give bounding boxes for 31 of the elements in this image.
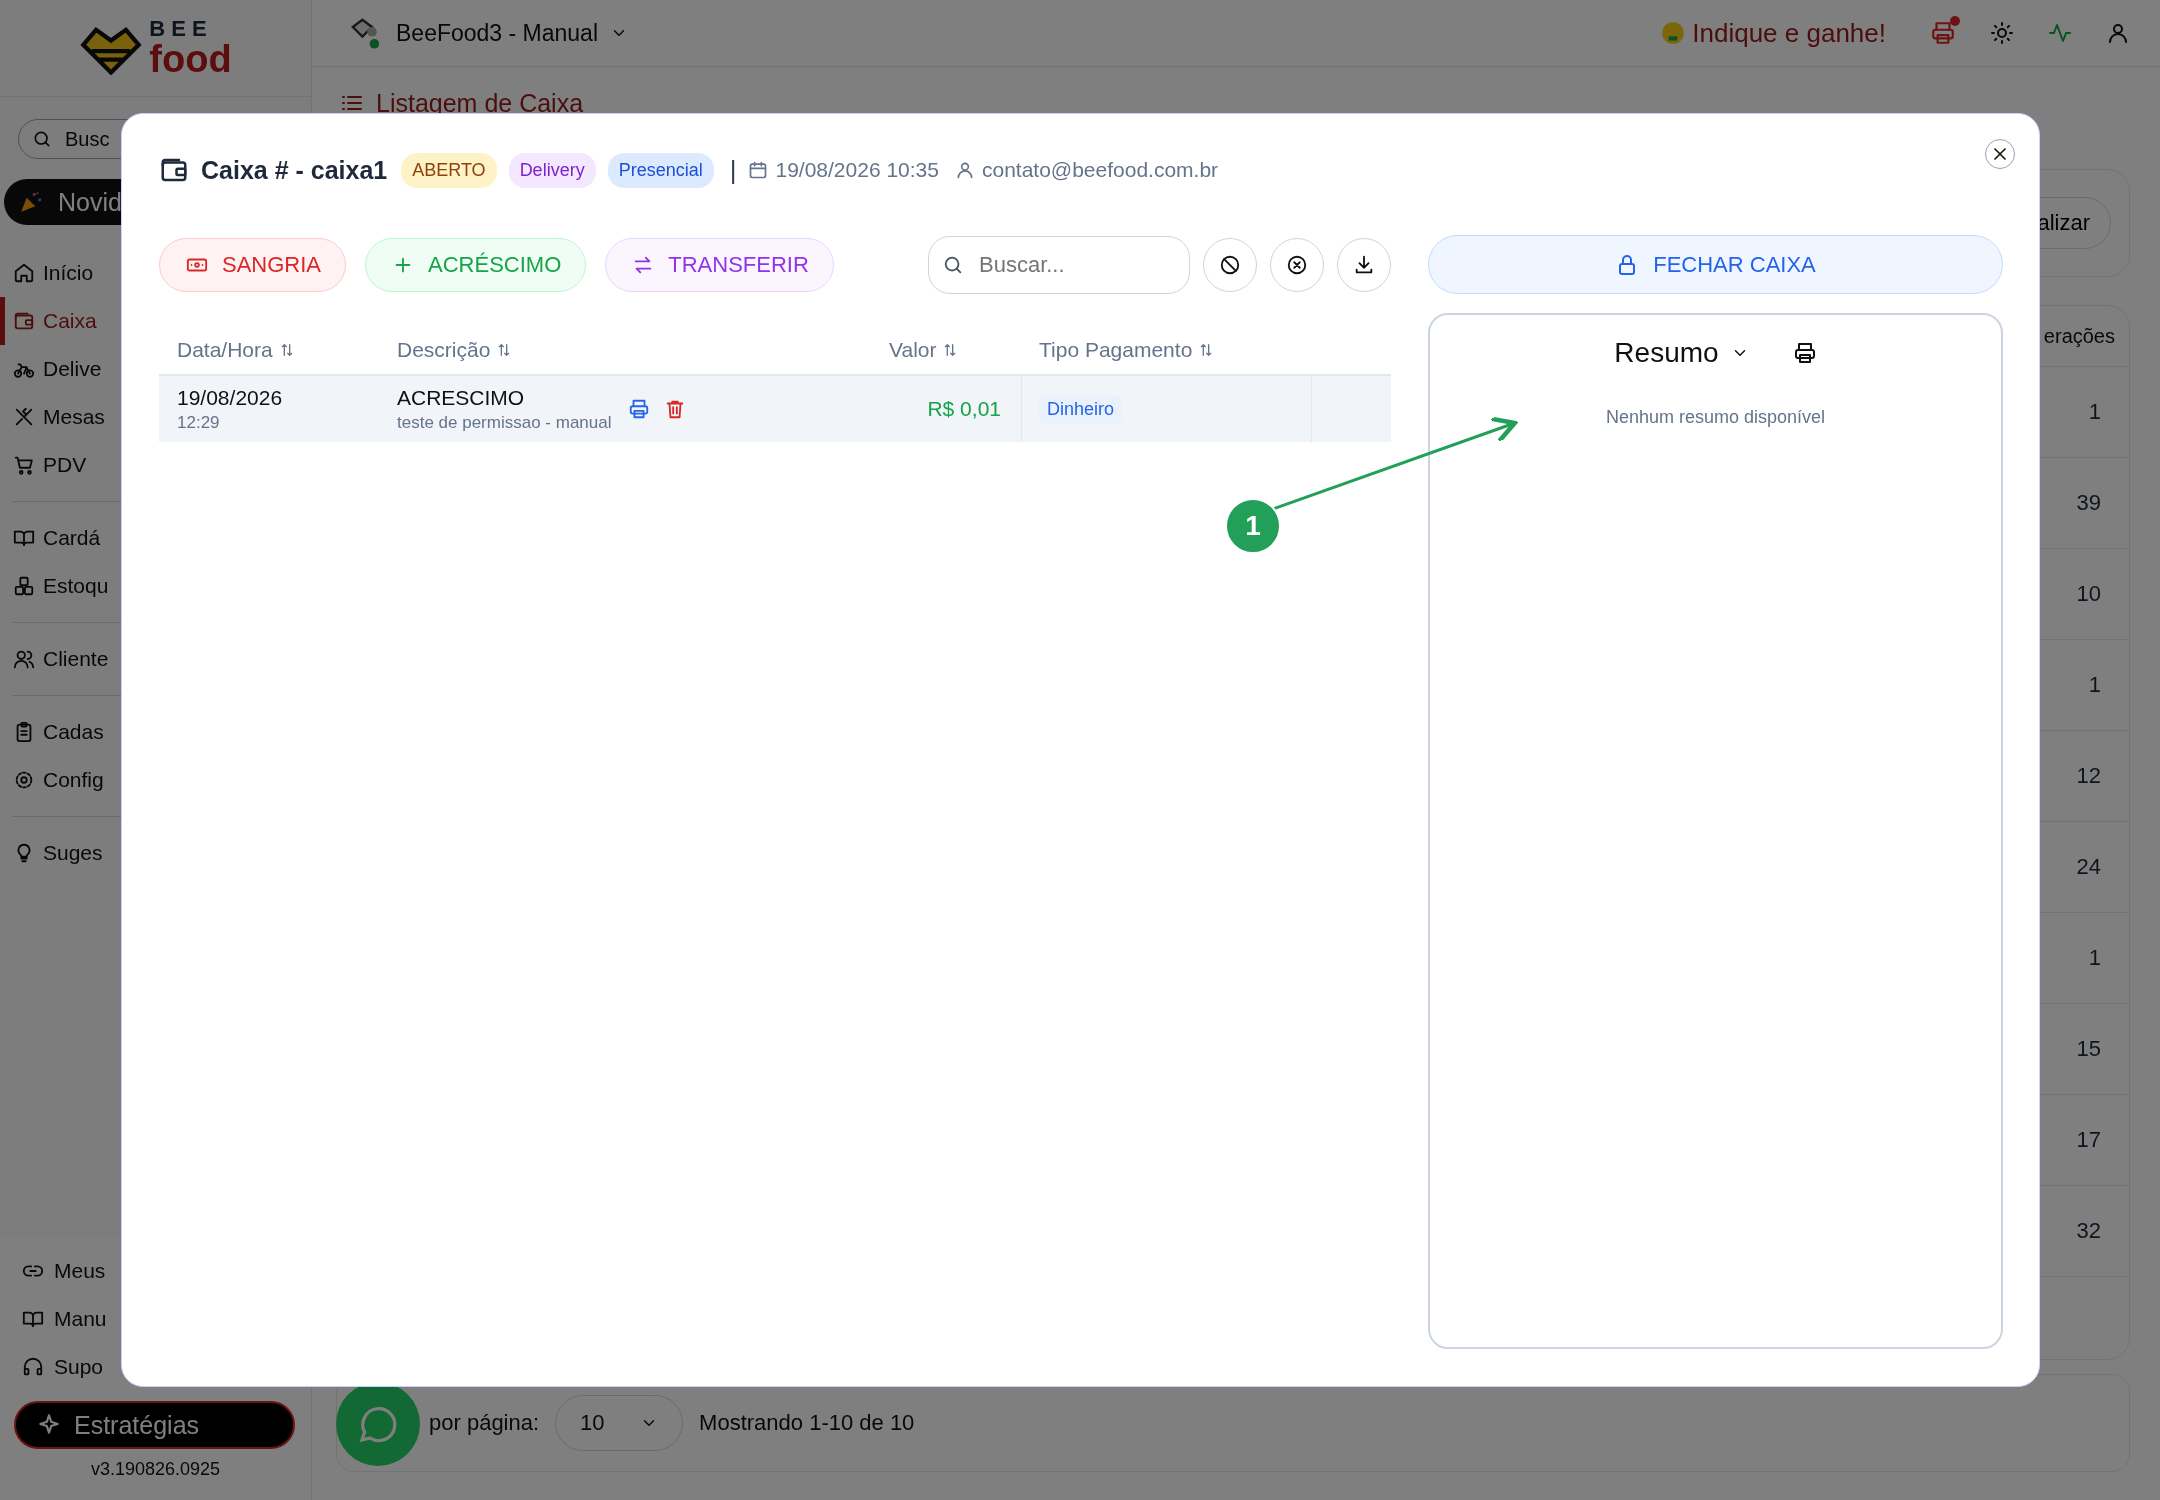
status-badge: ABERTO <box>401 152 497 188</box>
table-cell: 39 <box>2076 490 2101 516</box>
table-cell: 1 <box>2088 399 2101 425</box>
empty-message: Nenhum resumo disponível <box>1605 407 1826 428</box>
logo-text: food <box>149 40 232 78</box>
version-text: v3.190826.0925 <box>90 1459 221 1480</box>
annotation-marker: 1 <box>1225 498 1281 554</box>
entry-type: ACRESCIMO <box>397 385 526 410</box>
table-cell: 17 <box>2076 1127 2101 1153</box>
table-cell: 24 <box>2076 854 2101 880</box>
table-cell: 1 <box>2088 945 2101 971</box>
dialog-title: Caixa # - caixa1 <box>201 155 388 185</box>
time-text: 12:29 <box>177 412 220 433</box>
table-cell: 32 <box>2076 1218 2101 1244</box>
payment-tag: Dinheiro <box>1039 394 1123 424</box>
user-email: contato@beefood.com.br <box>981 158 1219 182</box>
table-cell: 12 <box>2076 763 2101 789</box>
table-cell: 10 <box>2076 581 2101 607</box>
logo-text: BEE <box>149 18 214 40</box>
pagination-range: Mostrando 1-10 de 10 <box>699 1410 915 1436</box>
entry-description: teste de permissao - manual <box>397 412 612 433</box>
table-cell: 1 <box>2088 672 2101 698</box>
per-page-label: por página: <box>429 1410 540 1436</box>
amount-text: R$ 0,01 <box>927 397 1001 421</box>
date-text: 19/08/2026 <box>177 385 283 410</box>
status-badge: Delivery <box>508 152 596 188</box>
separator-text: | <box>729 154 737 186</box>
table-cell: 15 <box>2076 1036 2101 1062</box>
page-title-text: Listagem de Caixa <box>376 88 584 118</box>
opened-date: 19/08/2026 10:35 <box>775 158 939 182</box>
status-badge: Presencial <box>607 152 714 188</box>
